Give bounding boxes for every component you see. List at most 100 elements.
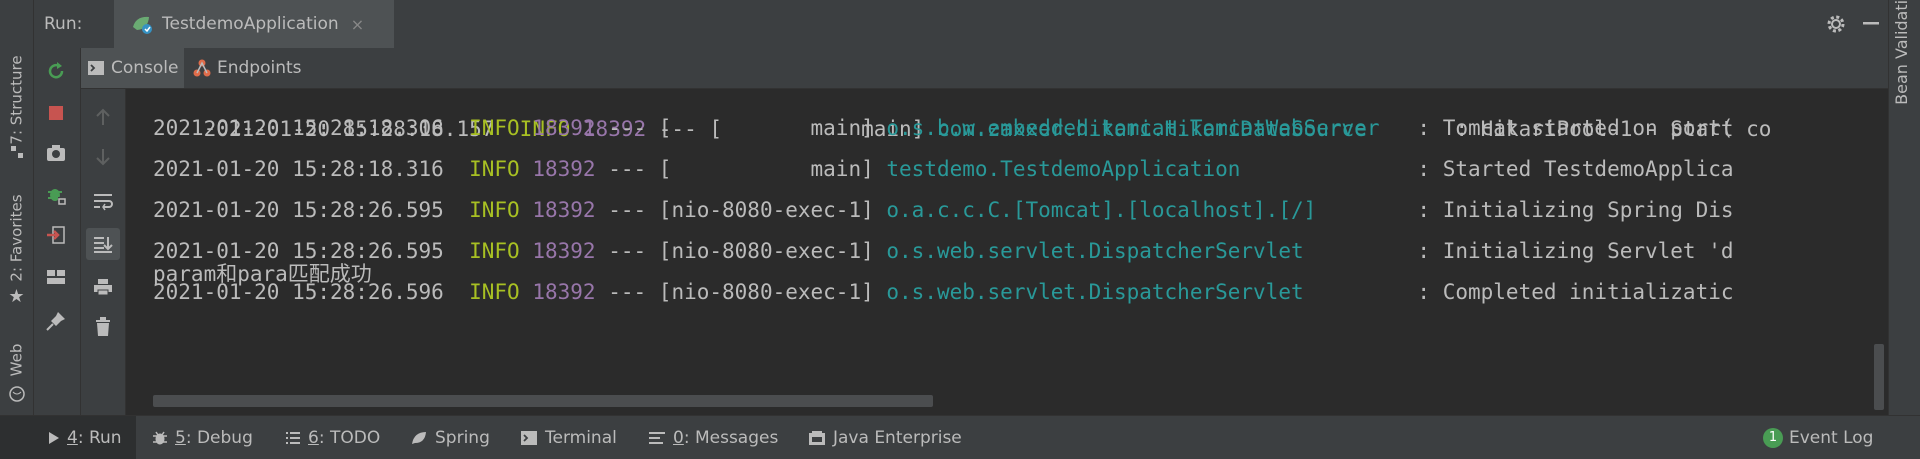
log-message: : Tomcat started on port( — [1417, 116, 1734, 140]
debug-bug-icon[interactable] — [43, 182, 69, 208]
bottom-tab-run-mnemonic: 4 — [67, 427, 78, 448]
log-date: 2021-01-20 15:28:26.595 — [153, 198, 444, 222]
bottom-tab-terminal[interactable]: Terminal — [520, 416, 617, 459]
log-pid: 18392 — [532, 198, 596, 222]
right-tool-strip: Bean Validation — [1888, 0, 1920, 415]
bottom-tab-java-enterprise-label: Java Enterprise — [833, 427, 962, 448]
web-tab-label: Web — [7, 343, 26, 377]
trash-icon[interactable] — [90, 314, 116, 340]
bean-validation-tab[interactable]: Bean Validation — [1892, 0, 1911, 110]
bottom-tab-messages-mnemonic: 0 — [673, 427, 684, 448]
endpoints-icon — [191, 58, 213, 78]
log-thread: [nio-8080-exec-1] — [658, 280, 874, 304]
log-logger: o.s.web.servlet.DispatcherServlet — [886, 239, 1393, 263]
log-line: 2021-01-20 15:28:18.316 INFO 18392 --- [… — [153, 149, 1734, 189]
log-level: INFO — [469, 280, 520, 304]
log-thread: [ main] — [658, 157, 874, 181]
tab-console-label: Console — [111, 58, 179, 78]
spring-boot-icon — [130, 13, 154, 35]
bottom-tab-debug[interactable]: 5: Debug — [152, 416, 253, 459]
run-panel-header: Run: TestdemoApplication × — [34, 0, 1888, 49]
print-icon[interactable] — [90, 274, 116, 300]
structure-tab-label: 7: Structure — [7, 55, 26, 145]
web-icon — [0, 383, 33, 405]
scroll-to-end-icon[interactable] — [86, 228, 120, 260]
log-sep: --- — [608, 280, 647, 304]
run-icon — [48, 431, 60, 445]
exit-icon[interactable] — [43, 222, 69, 248]
horizontal-scrollbar[interactable] — [153, 395, 933, 407]
structure-icon — [0, 140, 33, 164]
soft-wrap-icon[interactable] — [90, 188, 116, 214]
tab-endpoints[interactable]: Endpoints — [191, 48, 302, 88]
favorites-tab[interactable]: 2: Favorites — [0, 185, 33, 290]
log-message: : Completed initializatic — [1417, 280, 1734, 304]
console-actions-toolbar — [81, 48, 126, 415]
minimize-icon[interactable] — [1860, 12, 1882, 34]
log-line: 2021-01-20 15:28:18.306 INFO 18392 --- [… — [153, 108, 1734, 148]
log-level: INFO — [469, 239, 520, 263]
arrow-down-icon[interactable] — [90, 144, 116, 170]
log-line: 2021-01-20 15:28:26.595 INFO 18392 --- [… — [153, 231, 1734, 271]
log-message: : Initializing Servlet 'd — [1417, 239, 1734, 263]
run-label: Run: — [44, 14, 83, 34]
run-config-tab[interactable]: TestdemoApplication × — [114, 0, 394, 48]
log-pid: 18392 — [532, 157, 596, 181]
log-line: 2021-01-20 15:28:18.157 INFO 18392 --- [… — [153, 89, 1772, 141]
star-icon: ★ — [8, 285, 25, 307]
log-thread: [nio-8080-exec-1] — [658, 198, 874, 222]
pin-icon[interactable] — [43, 308, 69, 334]
log-sep: --- — [608, 157, 647, 181]
run-config-title: TestdemoApplication — [162, 14, 339, 34]
log-level: INFO — [469, 116, 520, 140]
bottom-tab-spring[interactable]: Spring — [410, 416, 490, 459]
gear-icon[interactable] — [1824, 12, 1848, 36]
log-line: 2021-01-20 15:28:26.596 INFO 18392 --- [… — [153, 272, 1734, 312]
bottom-tab-run-label: : Run — [77, 427, 122, 448]
console-icon — [87, 60, 105, 76]
log-logger: o.s.b.w.embedded.tomcat.TomcatWebServer — [886, 116, 1393, 140]
log-sep: --- — [608, 198, 647, 222]
log-line: 2021-01-20 15:28:26.595 INFO 18392 --- [… — [153, 190, 1734, 230]
console-subtabs: Console Endpoints — [81, 48, 1888, 89]
bottom-tab-debug-mnemonic: 5 — [175, 427, 186, 448]
favorites-tab-label: 2: Favorites — [7, 193, 26, 282]
event-log-label: Event Log — [1789, 427, 1874, 448]
log-pid: 18392 — [532, 280, 596, 304]
spring-icon — [410, 430, 428, 446]
bottom-tab-messages-label: : Messages — [683, 427, 779, 448]
log-sep: --- — [608, 116, 647, 140]
log-pid: 18392 — [532, 116, 596, 140]
log-logger: o.a.c.c.C.[Tomcat].[localhost].[/] — [886, 198, 1393, 222]
vertical-scrollbar[interactable] — [1874, 344, 1884, 410]
log-date: 2021-01-20 15:28:18.306 — [153, 116, 444, 140]
log-thread: [nio-8080-exec-1] — [658, 239, 874, 263]
log-level: INFO — [469, 157, 520, 181]
todo-icon — [285, 431, 301, 445]
log-logger: o.s.web.servlet.DispatcherServlet — [886, 280, 1393, 304]
log-level: INFO — [469, 198, 520, 222]
close-tab-icon[interactable]: × — [351, 15, 364, 34]
bottom-tab-spring-label: Spring — [435, 427, 490, 448]
web-tab[interactable]: Web — [0, 335, 33, 385]
bottom-tab-messages[interactable]: 0: Messages — [648, 416, 778, 459]
event-log-badge: 1 — [1763, 427, 1783, 448]
log-message: : Initializing Spring Dis — [1417, 198, 1734, 222]
tab-console[interactable]: Console — [81, 48, 184, 88]
console-output[interactable]: 2021-01-20 15:28:18.157 INFO 18392 --- [… — [126, 89, 1888, 415]
terminal-icon — [520, 430, 538, 446]
bottom-tab-todo[interactable]: 6: TODO — [285, 416, 380, 459]
rerun-icon[interactable] — [43, 58, 69, 84]
tab-endpoints-label: Endpoints — [217, 58, 302, 78]
stop-icon[interactable] — [43, 100, 69, 126]
run-actions-toolbar — [34, 48, 81, 415]
event-log-button[interactable]: 1 Event Log — [1763, 416, 1873, 459]
bottom-tab-run[interactable]: 4: Run — [0, 416, 136, 459]
event-log-count: 1 — [1768, 430, 1778, 445]
arrow-up-icon[interactable] — [90, 104, 116, 130]
java-enterprise-icon — [808, 430, 826, 446]
log-sep: --- — [608, 239, 647, 263]
layout-icon[interactable] — [43, 264, 69, 290]
bottom-tab-java-enterprise[interactable]: Java Enterprise — [808, 416, 962, 459]
camera-icon[interactable] — [43, 140, 69, 166]
